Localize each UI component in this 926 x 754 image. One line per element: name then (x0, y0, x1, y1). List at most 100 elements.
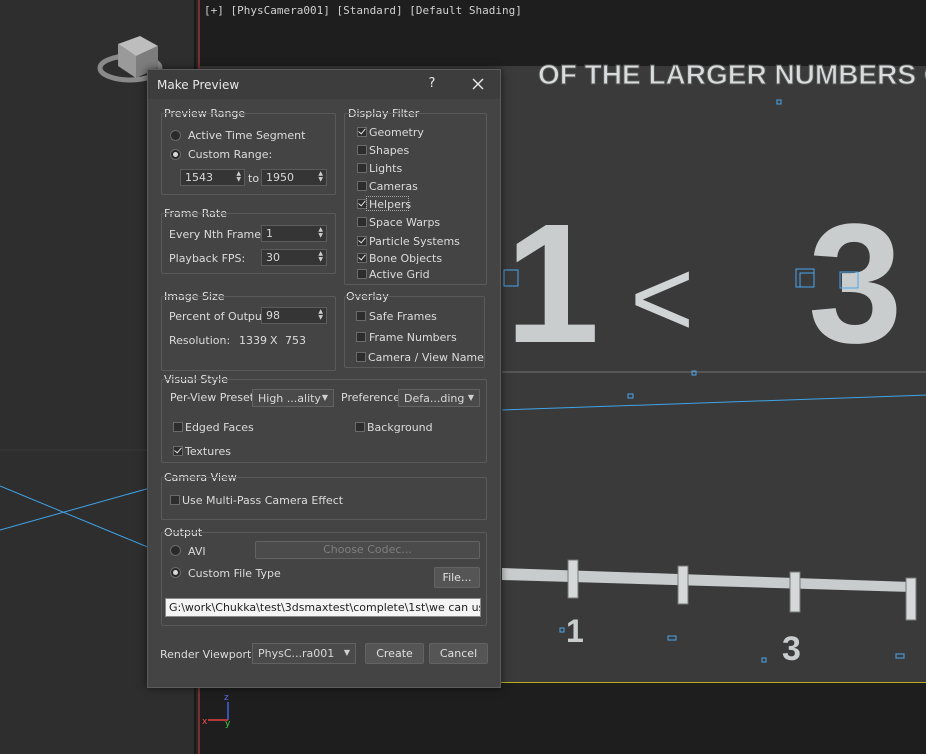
axis-z-label: z (224, 693, 229, 703)
preference-value: Defa...ding (404, 392, 465, 405)
scene-rail-tick (677, 565, 689, 605)
edged-faces-checkbox[interactable] (173, 422, 183, 432)
safe-frames-label: Safe Frames (369, 310, 437, 323)
custom-range-radio[interactable] (170, 149, 181, 160)
scene-rail-tick (789, 571, 801, 613)
textures-checkbox[interactable] (173, 446, 183, 456)
every-nth-frame-value: 1 (266, 227, 273, 240)
vertex-marker[interactable] (761, 657, 767, 663)
render-viewport-value: PhysC...ra001 (258, 647, 335, 660)
spinner-arrows-icon[interactable]: ▲ ▼ (318, 227, 323, 239)
scene-number-1: 1 (505, 189, 600, 379)
bone-objects-checkbox[interactable] (357, 253, 367, 263)
shapes-label: Shapes (369, 144, 410, 157)
grid-line (0, 485, 151, 549)
vertex-marker[interactable] (559, 627, 565, 633)
per-view-presets-label: Per-View Presets (170, 391, 260, 404)
dialog-titlebar[interactable]: Make Preview ? (148, 70, 500, 99)
vertex-marker[interactable] (776, 99, 782, 105)
scene-number-3: 3 (808, 189, 903, 379)
spinner-arrows-icon[interactable]: ▲ ▼ (318, 251, 323, 263)
scene-small-number-1: 1 (566, 613, 584, 649)
space-warps-checkbox[interactable] (357, 217, 367, 227)
active-grid-checkbox[interactable] (357, 269, 367, 279)
active-time-segment-radio[interactable] (170, 130, 181, 141)
vertex-marker[interactable] (667, 635, 677, 641)
multipass-label: Use Multi-Pass Camera Effect (182, 494, 344, 507)
chevron-down-icon: ▼ (467, 393, 474, 402)
cancel-button[interactable]: Cancel (429, 643, 488, 664)
every-nth-frame-label: Every Nth Frame: (169, 228, 265, 241)
background-checkbox[interactable] (355, 422, 365, 432)
scene-operator: < (630, 237, 694, 360)
playback-fps-value: 30 (266, 251, 280, 264)
safe-frames-checkbox[interactable] (356, 311, 366, 321)
bone-objects-label: Bone Objects (369, 252, 443, 265)
spinner-arrows-icon[interactable]: ▲ ▼ (318, 171, 323, 183)
percent-of-output-value: 98 (266, 309, 280, 322)
axis-tripod: z x y (202, 693, 231, 729)
space-warps-label: Space Warps (369, 216, 441, 229)
particle-systems-checkbox[interactable] (357, 236, 367, 246)
geometry-checkbox[interactable] (357, 127, 367, 137)
avi-label: AVI (188, 545, 206, 558)
playback-fps-spinner[interactable]: 30 ▲ ▼ (261, 249, 327, 266)
create-button[interactable]: Create (365, 643, 424, 664)
range-to-spinner[interactable]: 1950 ▲ ▼ (261, 169, 327, 186)
resolution-label: Resolution: (169, 334, 231, 347)
range-from-value: 1543 (185, 171, 213, 184)
per-view-presets-dropdown[interactable]: High ...ality ▼ (252, 389, 334, 407)
lights-checkbox[interactable] (357, 163, 367, 173)
resolution-width: 1339 (239, 334, 267, 347)
choose-codec-button[interactable]: Choose Codec... (255, 541, 480, 559)
background-label: Background (367, 421, 433, 434)
vertex-marker[interactable] (895, 653, 905, 659)
vertex-marker[interactable] (627, 393, 634, 399)
scene-rail-tick (567, 559, 579, 599)
range-to-value: 1950 (266, 171, 294, 184)
close-icon[interactable] (468, 74, 488, 94)
edged-faces-label: Edged Faces (185, 421, 254, 434)
scene-small-number-3: 3 (782, 630, 801, 668)
per-view-presets-value: High ...ality (258, 392, 321, 405)
render-viewport-dropdown[interactable]: PhysC...ra001 ▼ (252, 643, 356, 664)
grid-line (501, 394, 926, 411)
resolution-x-label: X (270, 334, 278, 347)
percent-of-output-spinner[interactable]: 98 ▲ ▼ (261, 307, 327, 324)
spinner-arrows-icon[interactable]: ▲ ▼ (318, 309, 323, 321)
chevron-down-icon: ▼ (321, 393, 328, 402)
range-to-label: to (248, 172, 260, 185)
multipass-checkbox[interactable] (170, 495, 180, 505)
cameras-checkbox[interactable] (357, 181, 367, 191)
render-viewport-label: Render Viewport: (160, 648, 256, 661)
playback-fps-label: Playback FPS: (169, 252, 246, 265)
file-button[interactable]: File... (434, 567, 480, 588)
frame-numbers-label: Frame Numbers (369, 331, 457, 344)
grid-line (0, 487, 151, 531)
range-from-spinner[interactable]: 1543 ▲ ▼ (180, 169, 245, 186)
axis-x-label: x (202, 717, 208, 727)
percent-of-output-label: Percent of Output: (169, 310, 270, 323)
help-button[interactable]: ? (424, 76, 440, 92)
resolution-height: 753 (285, 334, 306, 347)
custom-file-type-label: Custom File Type (188, 567, 281, 580)
shapes-checkbox[interactable] (357, 145, 367, 155)
helpers-label: Helpers (369, 198, 412, 211)
preference-dropdown[interactable]: Defa...ding ▼ (398, 389, 480, 407)
active-time-segment-label: Active Time Segment (188, 129, 306, 142)
make-preview-dialog: Make Preview ? Preview Range Active Time… (147, 69, 501, 688)
scene-rail (502, 568, 912, 592)
custom-range-label: Custom Range: (188, 148, 273, 161)
spinner-arrows-icon[interactable]: ▲ ▼ (236, 171, 241, 183)
scene-rail-tick (905, 577, 917, 621)
camera-view-name-checkbox[interactable] (356, 352, 366, 362)
avi-radio[interactable] (170, 545, 181, 556)
geometry-label: Geometry (369, 126, 424, 139)
camera-view-name-label: Camera / View Name (368, 351, 484, 364)
frame-numbers-checkbox[interactable] (356, 332, 366, 342)
custom-file-type-radio[interactable] (170, 567, 181, 578)
lights-label: Lights (369, 162, 403, 175)
every-nth-frame-spinner[interactable]: 1 ▲ ▼ (261, 225, 327, 242)
dialog-title: Make Preview (157, 78, 240, 92)
output-path-field[interactable]: G:\work\Chukka\test\3dsmaxtest\complete\… (165, 598, 481, 617)
